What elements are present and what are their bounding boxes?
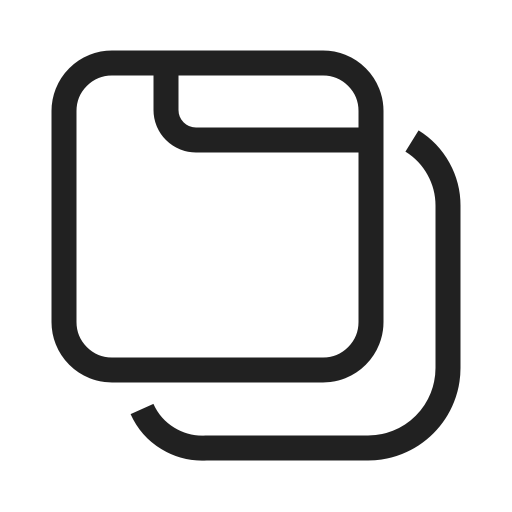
back-page-shape: [130, 130, 461, 461]
front-square-shape: [51, 50, 384, 383]
icon-canvas: [0, 0, 512, 512]
copy-tab-icon: [51, 50, 461, 461]
